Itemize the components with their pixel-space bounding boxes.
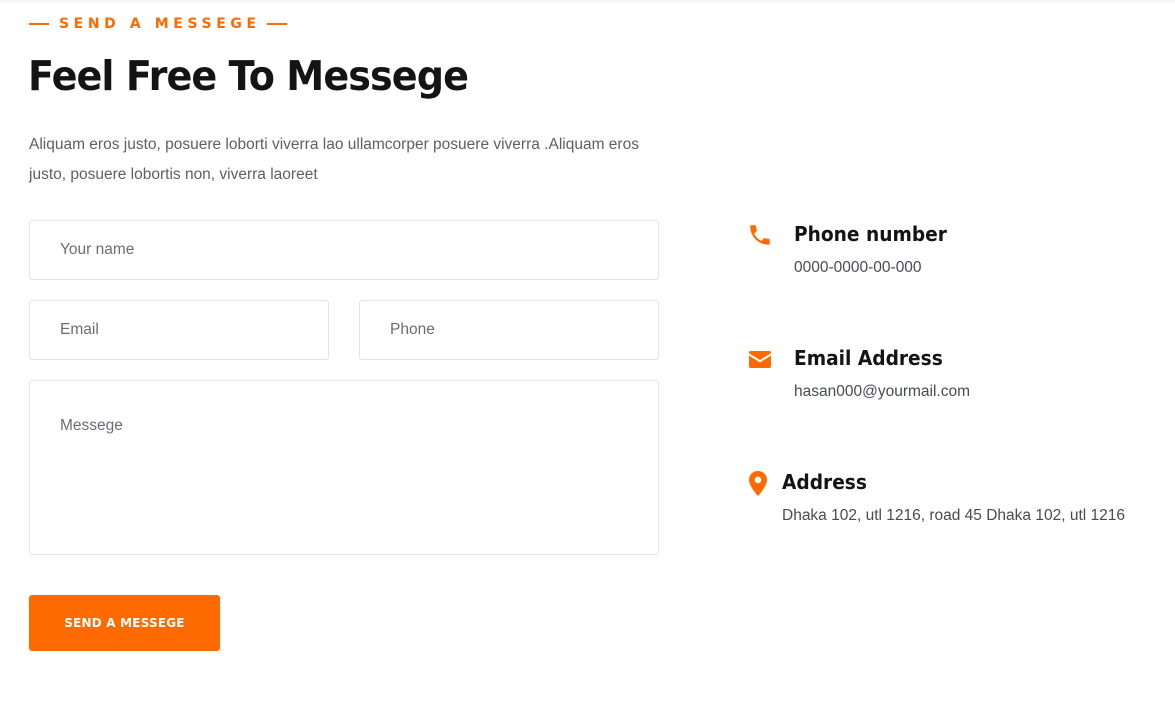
name-field-wrapper (29, 220, 659, 280)
contact-phone: Phone number 0000-0000-00-000 (747, 222, 958, 277)
contact-email-value: hasan000@yourmail.com (794, 383, 970, 400)
contact-address: Address Dhaka 102, utl 1216, road 45 Dha… (747, 470, 1125, 525)
email-input[interactable] (30, 301, 328, 359)
message-field-wrapper (29, 380, 659, 555)
phone-input[interactable] (360, 301, 658, 359)
section-eyebrow: SEND A MESSEGE (29, 15, 287, 33)
contact-email-label: Email Address (794, 346, 943, 370)
email-field-wrapper (29, 300, 329, 360)
phone-icon (747, 222, 775, 250)
eyebrow-text: SEND A MESSEGE (59, 16, 261, 32)
send-message-button[interactable]: SEND A MESSEGE (29, 595, 220, 651)
eyebrow-dash-left (29, 23, 49, 25)
top-divider (0, 0, 1175, 4)
phone-field-wrapper (359, 300, 659, 360)
envelope-icon (747, 346, 775, 374)
section-description: Aliquam eros justo, posuere loborti vive… (29, 136, 639, 183)
contact-email: Email Address hasan000@yourmail.com (747, 346, 970, 401)
contact-address-label: Address (782, 470, 867, 494)
eyebrow-dash-right (266, 23, 287, 25)
message-textarea[interactable] (30, 381, 658, 554)
contact-email-text: Email Address hasan000@yourmail.com (794, 346, 970, 401)
contact-address-text: Address Dhaka 102, utl 1216, road 45 Dha… (782, 470, 1125, 525)
contact-phone-value: 0000-0000-00-000 (794, 259, 922, 276)
contact-address-value: Dhaka 102, utl 1216, road 45 Dhaka 102, … (782, 507, 1125, 524)
contact-phone-label: Phone number (794, 222, 947, 246)
contact-phone-text: Phone number 0000-0000-00-000 (794, 222, 958, 277)
name-input[interactable] (30, 221, 658, 279)
map-pin-icon (747, 470, 769, 498)
page-title: Feel Free To Messege (28, 52, 469, 100)
